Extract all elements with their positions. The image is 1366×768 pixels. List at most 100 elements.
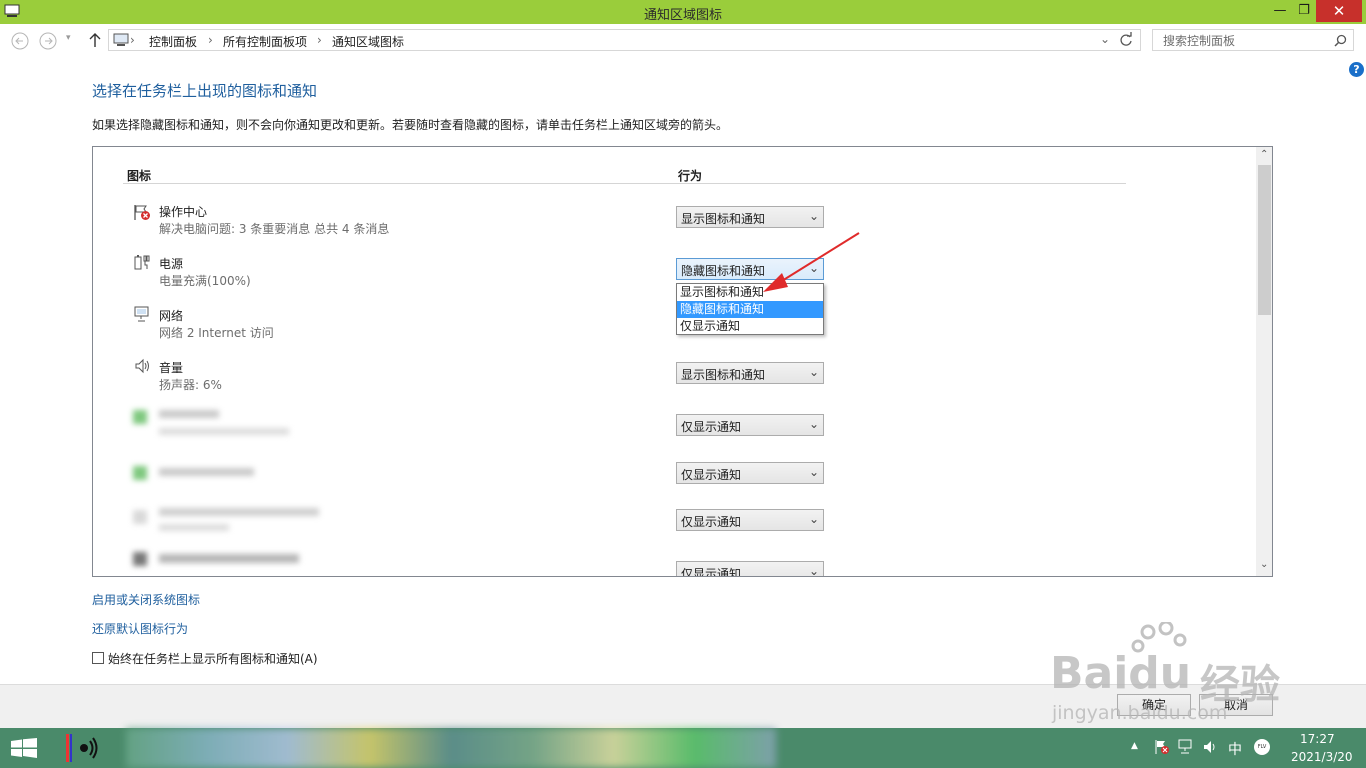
app-icon — [133, 510, 147, 524]
pinned-app-icon[interactable] — [64, 732, 98, 764]
chevron-down-icon: ⌄ — [808, 365, 819, 379]
breadcrumb-sep: › — [130, 33, 135, 47]
chevron-down-icon: ⌄ — [808, 465, 819, 479]
select-value: 显示图标和通知 — [681, 212, 766, 226]
clock-date[interactable]: 2021/3/20 — [1291, 750, 1353, 764]
select-value: 仅显示通知 — [681, 515, 742, 529]
up-button[interactable] — [88, 32, 102, 51]
app-icon — [133, 466, 147, 480]
up-arrow-icon — [89, 33, 101, 47]
list-item — [133, 357, 151, 378]
breadcrumb-sep: › — [208, 33, 213, 47]
breadcrumb-all-items[interactable]: 所有控制面板项 — [223, 33, 307, 50]
row-subtitle: 扬声器: 6% — [159, 378, 222, 392]
scroll-up-icon[interactable]: ⌃ — [1260, 149, 1268, 160]
always-show-label: 始终在任务栏上显示所有图标和通知(A) — [108, 652, 318, 666]
icon-list-panel: 图标 行为 操作中心 解决电脑问题: 3 条重要消息 总共 4 条消息 显示图标… — [92, 146, 1273, 577]
network-tray-icon[interactable] — [1178, 739, 1194, 758]
recent-pages-dropdown[interactable]: ▾ — [66, 33, 71, 43]
page-title: 选择在任务栏上出现的图标和通知 — [92, 82, 318, 100]
behavior-select[interactable]: 仅显示通知 ⌄ — [676, 414, 824, 436]
behavior-select[interactable]: 仅显示通知 ⌄ — [676, 462, 824, 484]
back-arrow-icon — [11, 32, 29, 50]
scroll-down-icon[interactable]: ⌄ — [1260, 559, 1268, 570]
row-name: 电源 — [159, 257, 184, 271]
flag-icon — [134, 205, 150, 220]
column-header-behavior: 行为 — [678, 169, 703, 183]
speaker-icon — [135, 358, 149, 374]
battery-icon — [134, 255, 150, 270]
annotation-arrow-icon — [763, 232, 860, 292]
watermark-brand: Baidu — [1050, 648, 1192, 699]
forward-arrow-icon — [39, 32, 57, 50]
address-history-dropdown[interactable]: ⌄ — [1100, 32, 1110, 46]
scrollbar-thumb[interactable] — [1258, 165, 1271, 315]
help-icon[interactable]: ? — [1349, 62, 1364, 77]
restore-default-link[interactable]: 还原默认图标行为 — [92, 620, 188, 637]
action-center-tray-icon[interactable] — [1154, 739, 1170, 758]
forward-button[interactable] — [38, 31, 58, 54]
select-value: 仅显示通知 — [681, 420, 742, 434]
always-show-checkbox[interactable] — [92, 652, 104, 664]
behavior-select[interactable]: 显示图标和通知 ⌄ — [676, 362, 824, 384]
volume-tray-icon[interactable] — [1202, 739, 1218, 758]
vertical-scrollbar[interactable]: ⌃ ⌄ — [1256, 147, 1272, 576]
restore-button[interactable]: ❐ — [1292, 0, 1316, 22]
taskbar-apps-blurred[interactable] — [126, 728, 776, 768]
list-item — [133, 203, 151, 224]
media-tray-icon[interactable]: FLV — [1254, 739, 1270, 755]
row-subtitle: 解决电脑问题: 3 条重要消息 总共 4 条消息 — [159, 222, 390, 236]
minimize-button[interactable]: — — [1268, 0, 1292, 22]
select-value: 隐藏图标和通知 — [681, 264, 766, 278]
select-value: 显示图标和通知 — [681, 368, 766, 382]
chevron-down-icon: ⌄ — [808, 209, 819, 223]
header-divider — [123, 183, 1126, 184]
search-box[interactable] — [1152, 29, 1354, 51]
app-icon — [133, 410, 147, 424]
search-icon[interactable] — [1334, 34, 1347, 47]
clock-time[interactable]: 17:27 — [1300, 732, 1335, 746]
list-item — [133, 305, 151, 326]
back-button[interactable] — [10, 31, 30, 54]
app-icon — [133, 552, 147, 566]
window-title: 通知区域图标 — [643, 8, 722, 23]
behavior-select[interactable]: 显示图标和通知 ⌄ — [676, 206, 824, 228]
row-name: 音量 — [159, 361, 184, 375]
refresh-icon — [1120, 32, 1132, 46]
title-bar: 通知区域图标 — ❐ ✕ — [0, 0, 1366, 24]
dropdown-option-notify-only[interactable]: 仅显示通知 — [677, 318, 823, 335]
list-item — [133, 253, 151, 274]
blurred-rows — [123, 402, 333, 576]
refresh-button[interactable] — [1117, 31, 1135, 52]
behavior-select[interactable]: 仅显示通知 ⌄ — [676, 509, 824, 531]
chevron-down-icon: ⌄ — [808, 564, 819, 577]
breadcrumb-control-panel[interactable]: 控制面板 — [149, 33, 197, 50]
taskbar: ▲ 中 FLV 17:27 2021/3/20 — [0, 728, 1366, 768]
show-hidden-icons-button[interactable]: ▲ — [1131, 741, 1138, 751]
network-icon — [134, 306, 149, 322]
row-subtitle: 网络 2 Internet 访问 — [159, 326, 274, 340]
select-value: 仅显示通知 — [681, 567, 742, 577]
close-button[interactable]: ✕ — [1316, 0, 1362, 22]
start-button[interactable] — [10, 738, 38, 761]
breadcrumb-sep: › — [317, 33, 322, 47]
row-name: 操作中心 — [159, 205, 208, 219]
breadcrumb-current[interactable]: 通知区域图标 — [332, 33, 404, 50]
windows-logo-icon — [11, 738, 37, 758]
computer-icon — [113, 33, 129, 46]
system-icons-link[interactable]: 启用或关闭系统图标 — [92, 591, 200, 608]
ime-indicator[interactable]: 中 — [1228, 739, 1242, 759]
column-header-icon: 图标 — [127, 169, 152, 183]
behavior-select[interactable]: 仅显示通知 ⌄ — [676, 561, 824, 577]
row-subtitle: 电量充满(100%) — [159, 274, 251, 288]
dropdown-option-hide[interactable]: 隐藏图标和通知 — [677, 301, 823, 318]
audio-app-icon — [66, 734, 98, 762]
page-description: 如果选择隐藏图标和通知，则不会向你通知更改和更新。若要随时查看隐藏的图标，请单击… — [92, 118, 729, 132]
chevron-down-icon: ⌄ — [808, 417, 819, 431]
search-input[interactable] — [1161, 31, 1335, 51]
watermark-url: jingyan.baidu.com — [1052, 702, 1228, 724]
chevron-down-icon: ⌄ — [808, 512, 819, 526]
select-value: 仅显示通知 — [681, 468, 742, 482]
row-name: 网络 — [159, 309, 184, 323]
address-bar[interactable]: › 控制面板 › 所有控制面板项 › 通知区域图标 ⌄ — [108, 29, 1141, 51]
